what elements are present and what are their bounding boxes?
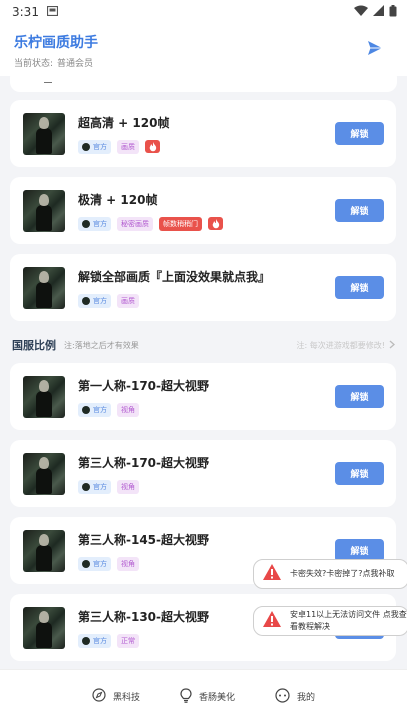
wifi-icon: [354, 5, 368, 19]
section-title: 国服比例: [12, 339, 56, 352]
android-tutorial-toast[interactable]: 安卓11以上无法访问文件 点我查看教程解决: [253, 606, 407, 636]
tag-category: 画质: [117, 293, 139, 308]
nav-beautify[interactable]: 香肠美化: [180, 687, 235, 706]
unlock-button[interactable]: 解锁: [335, 462, 384, 485]
toast-text: 安卓11以上无法访问文件 点我查看教程解决: [290, 610, 407, 631]
item-thumbnail: [23, 375, 65, 418]
fire-icon: [208, 217, 223, 230]
status-bar: 3:31: [0, 0, 407, 24]
item-thumbnail: [23, 529, 65, 572]
fire-icon: [145, 140, 160, 153]
app-header: 乐柠画质助手 当前状态: 普通会员: [0, 24, 407, 76]
tag-official: 官方: [78, 139, 111, 154]
notification-icon: [46, 5, 59, 19]
toast-text: 卡密失效?卡密掉了?点我补取: [290, 569, 395, 578]
bottom-nav: 黑科技 香肠美化 我的: [0, 669, 407, 723]
send-icon: [366, 39, 384, 61]
list-item: 极清 + 120帧 官方 秘密画质 帧数稍稍门 解锁: [10, 177, 396, 244]
send-button[interactable]: [359, 34, 391, 66]
item-thumbnail: [23, 189, 65, 232]
unlock-button[interactable]: 解锁: [335, 276, 384, 299]
list-item: 超高清 + 120帧 官方 画质 解锁: [10, 100, 396, 167]
battery-icon: [389, 4, 397, 20]
nav-black-tech[interactable]: 黑科技: [92, 688, 140, 705]
warning-icon: [262, 563, 282, 585]
item-thumbnail: [23, 452, 65, 495]
unlock-button[interactable]: 解锁: [335, 385, 384, 408]
status-time: 3:31: [12, 5, 39, 19]
nav-label: 黑科技: [112, 693, 140, 703]
tag-category: 秘密画质: [117, 216, 153, 231]
membership-status: 当前状态: 普通会员: [14, 56, 98, 69]
tag-official: 官方: [78, 556, 111, 571]
unlock-button[interactable]: 解锁: [335, 122, 384, 145]
status-value: 普通会员: [57, 58, 94, 69]
nav-mine[interactable]: 我的: [275, 687, 316, 706]
chevron-right-icon: [389, 340, 395, 351]
lightbulb-icon: [180, 687, 192, 706]
app-title: 乐柠画质助手: [14, 34, 98, 51]
list-item: 第一人称-170-超大视野 官方 视角 解锁: [10, 363, 396, 430]
item-thumbnail: [23, 266, 65, 309]
section-note: 注:落地之后才有效果: [64, 340, 139, 350]
unlock-button[interactable]: 解锁: [335, 199, 384, 222]
item-thumbnail: [23, 112, 65, 155]
tag-official: 官方: [78, 633, 111, 648]
section-right-note[interactable]: 注: 每次进游戏都要修改!: [297, 340, 395, 351]
item-thumbnail: [23, 606, 65, 649]
hot-badge: 帧数稍稍门: [159, 216, 202, 231]
tag-category: 视角: [117, 402, 139, 417]
partial-card: [10, 76, 397, 92]
tag-category: 正常: [117, 633, 139, 648]
status-label: 当前状态:: [14, 58, 54, 69]
compass-icon: [92, 688, 106, 705]
section-header: 国服比例 注:落地之后才有效果 注: 每次进游戏都要修改!: [0, 334, 407, 356]
tag-official: 官方: [78, 479, 111, 494]
tag-category: 画质: [117, 139, 139, 154]
tag-category: 视角: [117, 479, 139, 494]
tag-official: 官方: [78, 293, 111, 308]
list-item: 解锁全部画质『上面没效果就点我』 官方 画质 解锁: [10, 254, 396, 321]
tag-official: 官方: [78, 402, 111, 417]
tag-category: 视角: [117, 556, 139, 571]
warning-icon: [262, 610, 282, 632]
list-item: 第三人称-170-超大视野 官方 视角 解锁: [10, 440, 396, 507]
signal-icon: [373, 5, 384, 19]
card-key-toast[interactable]: 卡密失效?卡密掉了?点我补取: [253, 559, 407, 589]
nav-label: 香肠美化: [198, 693, 235, 703]
tag-official: 官方: [78, 216, 111, 231]
profile-icon: [275, 687, 290, 706]
nav-label: 我的: [297, 693, 316, 703]
